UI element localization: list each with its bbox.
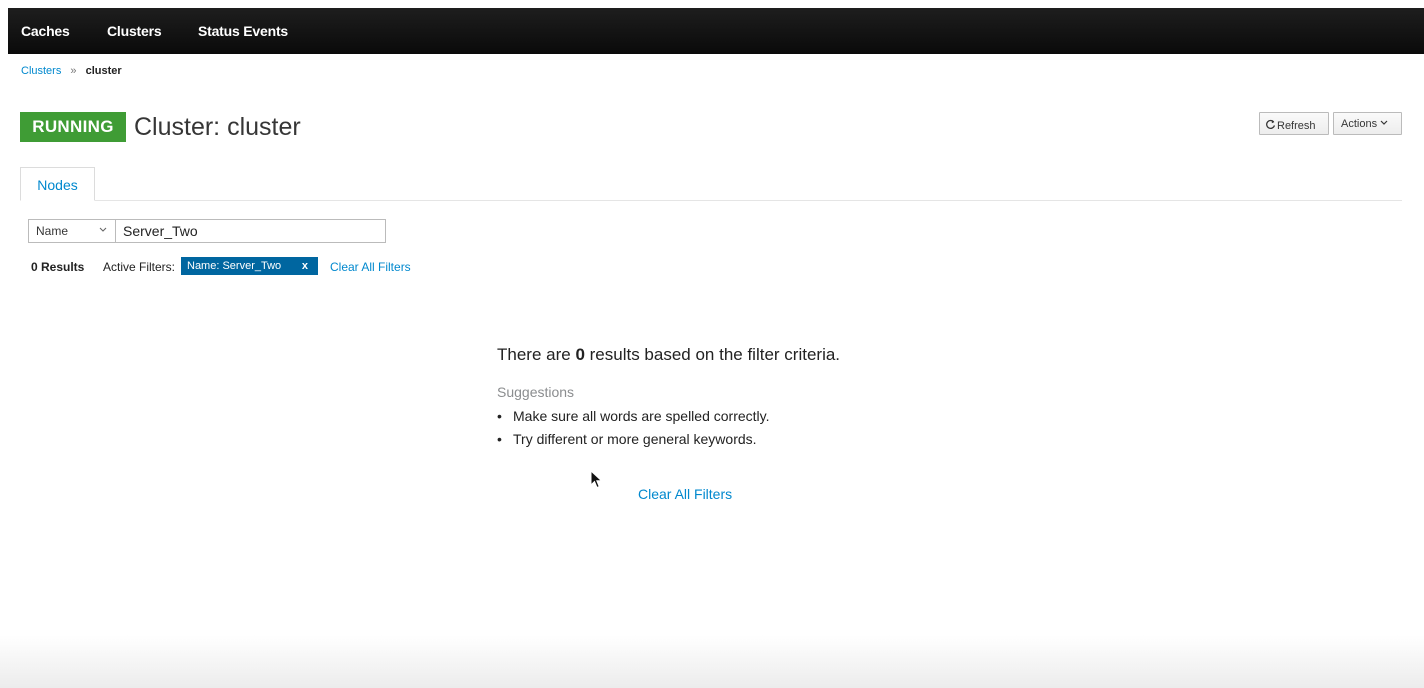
app-screen: Caches Clusters Status Events Clusters »… — [0, 0, 1424, 688]
actions-dropdown-button[interactable]: Actions — [1333, 112, 1402, 135]
top-nav-bar: Caches Clusters Status Events — [8, 8, 1424, 54]
filter-field-select[interactable]: Name — [28, 219, 116, 243]
active-filters-label: Active Filters: — [103, 260, 176, 274]
tabs-divider — [20, 200, 1402, 201]
suggestion-item: • Try different or more general keywords. — [497, 431, 757, 447]
breadcrumb-current: cluster — [85, 65, 122, 77]
suggestion-text: Make sure all words are spelled correctl… — [513, 408, 770, 424]
breadcrumb: Clusters » cluster — [21, 65, 122, 77]
nav-clusters[interactable]: Clusters — [107, 23, 162, 39]
refresh-icon — [1265, 113, 1276, 136]
refresh-label: Refresh — [1277, 120, 1316, 132]
filter-field-value: Name — [36, 224, 69, 238]
breadcrumb-separator: » — [70, 65, 77, 77]
clear-all-filters-link[interactable]: Clear All Filters — [638, 486, 732, 502]
actions-label: Actions — [1341, 118, 1378, 130]
nav-caches[interactable]: Caches — [21, 23, 70, 39]
empty-title-post: results based on the filter criteria. — [584, 345, 841, 364]
bullet-icon: • — [497, 408, 502, 424]
page-title: Cluster: cluster — [134, 113, 301, 141]
results-count: 0 Results — [31, 260, 85, 274]
nav-status-events[interactable]: Status Events — [198, 23, 288, 39]
clear-all-filters-link[interactable]: Clear All Filters — [330, 260, 411, 274]
filter-chip-label: Name: Server_Two — [187, 260, 282, 272]
breadcrumb-clusters-link[interactable]: Clusters — [21, 65, 61, 77]
suggestion-text: Try different or more general keywords. — [513, 431, 757, 447]
status-badge: RUNNING — [20, 112, 126, 142]
bullet-icon: • — [497, 431, 502, 447]
empty-state-title: There are 0 results based on the filter … — [497, 345, 840, 365]
remove-filter-icon[interactable]: x — [302, 257, 308, 275]
empty-title-pre: There are — [497, 345, 576, 364]
active-filter-chip: Name: Server_Two x — [181, 257, 318, 275]
chevron-down-icon — [99, 220, 107, 242]
mouse-pointer-icon — [590, 469, 604, 490]
filter-text-input[interactable] — [115, 219, 386, 243]
empty-title-count: 0 — [575, 345, 585, 364]
tab-nodes[interactable]: Nodes — [20, 167, 95, 201]
refresh-button[interactable]: Refresh — [1259, 112, 1329, 135]
chevron-down-icon — [1380, 118, 1388, 130]
suggestion-item: • Make sure all words are spelled correct… — [497, 408, 770, 424]
suggestions-heading: Suggestions — [497, 384, 575, 400]
footer-shade — [0, 635, 1424, 688]
